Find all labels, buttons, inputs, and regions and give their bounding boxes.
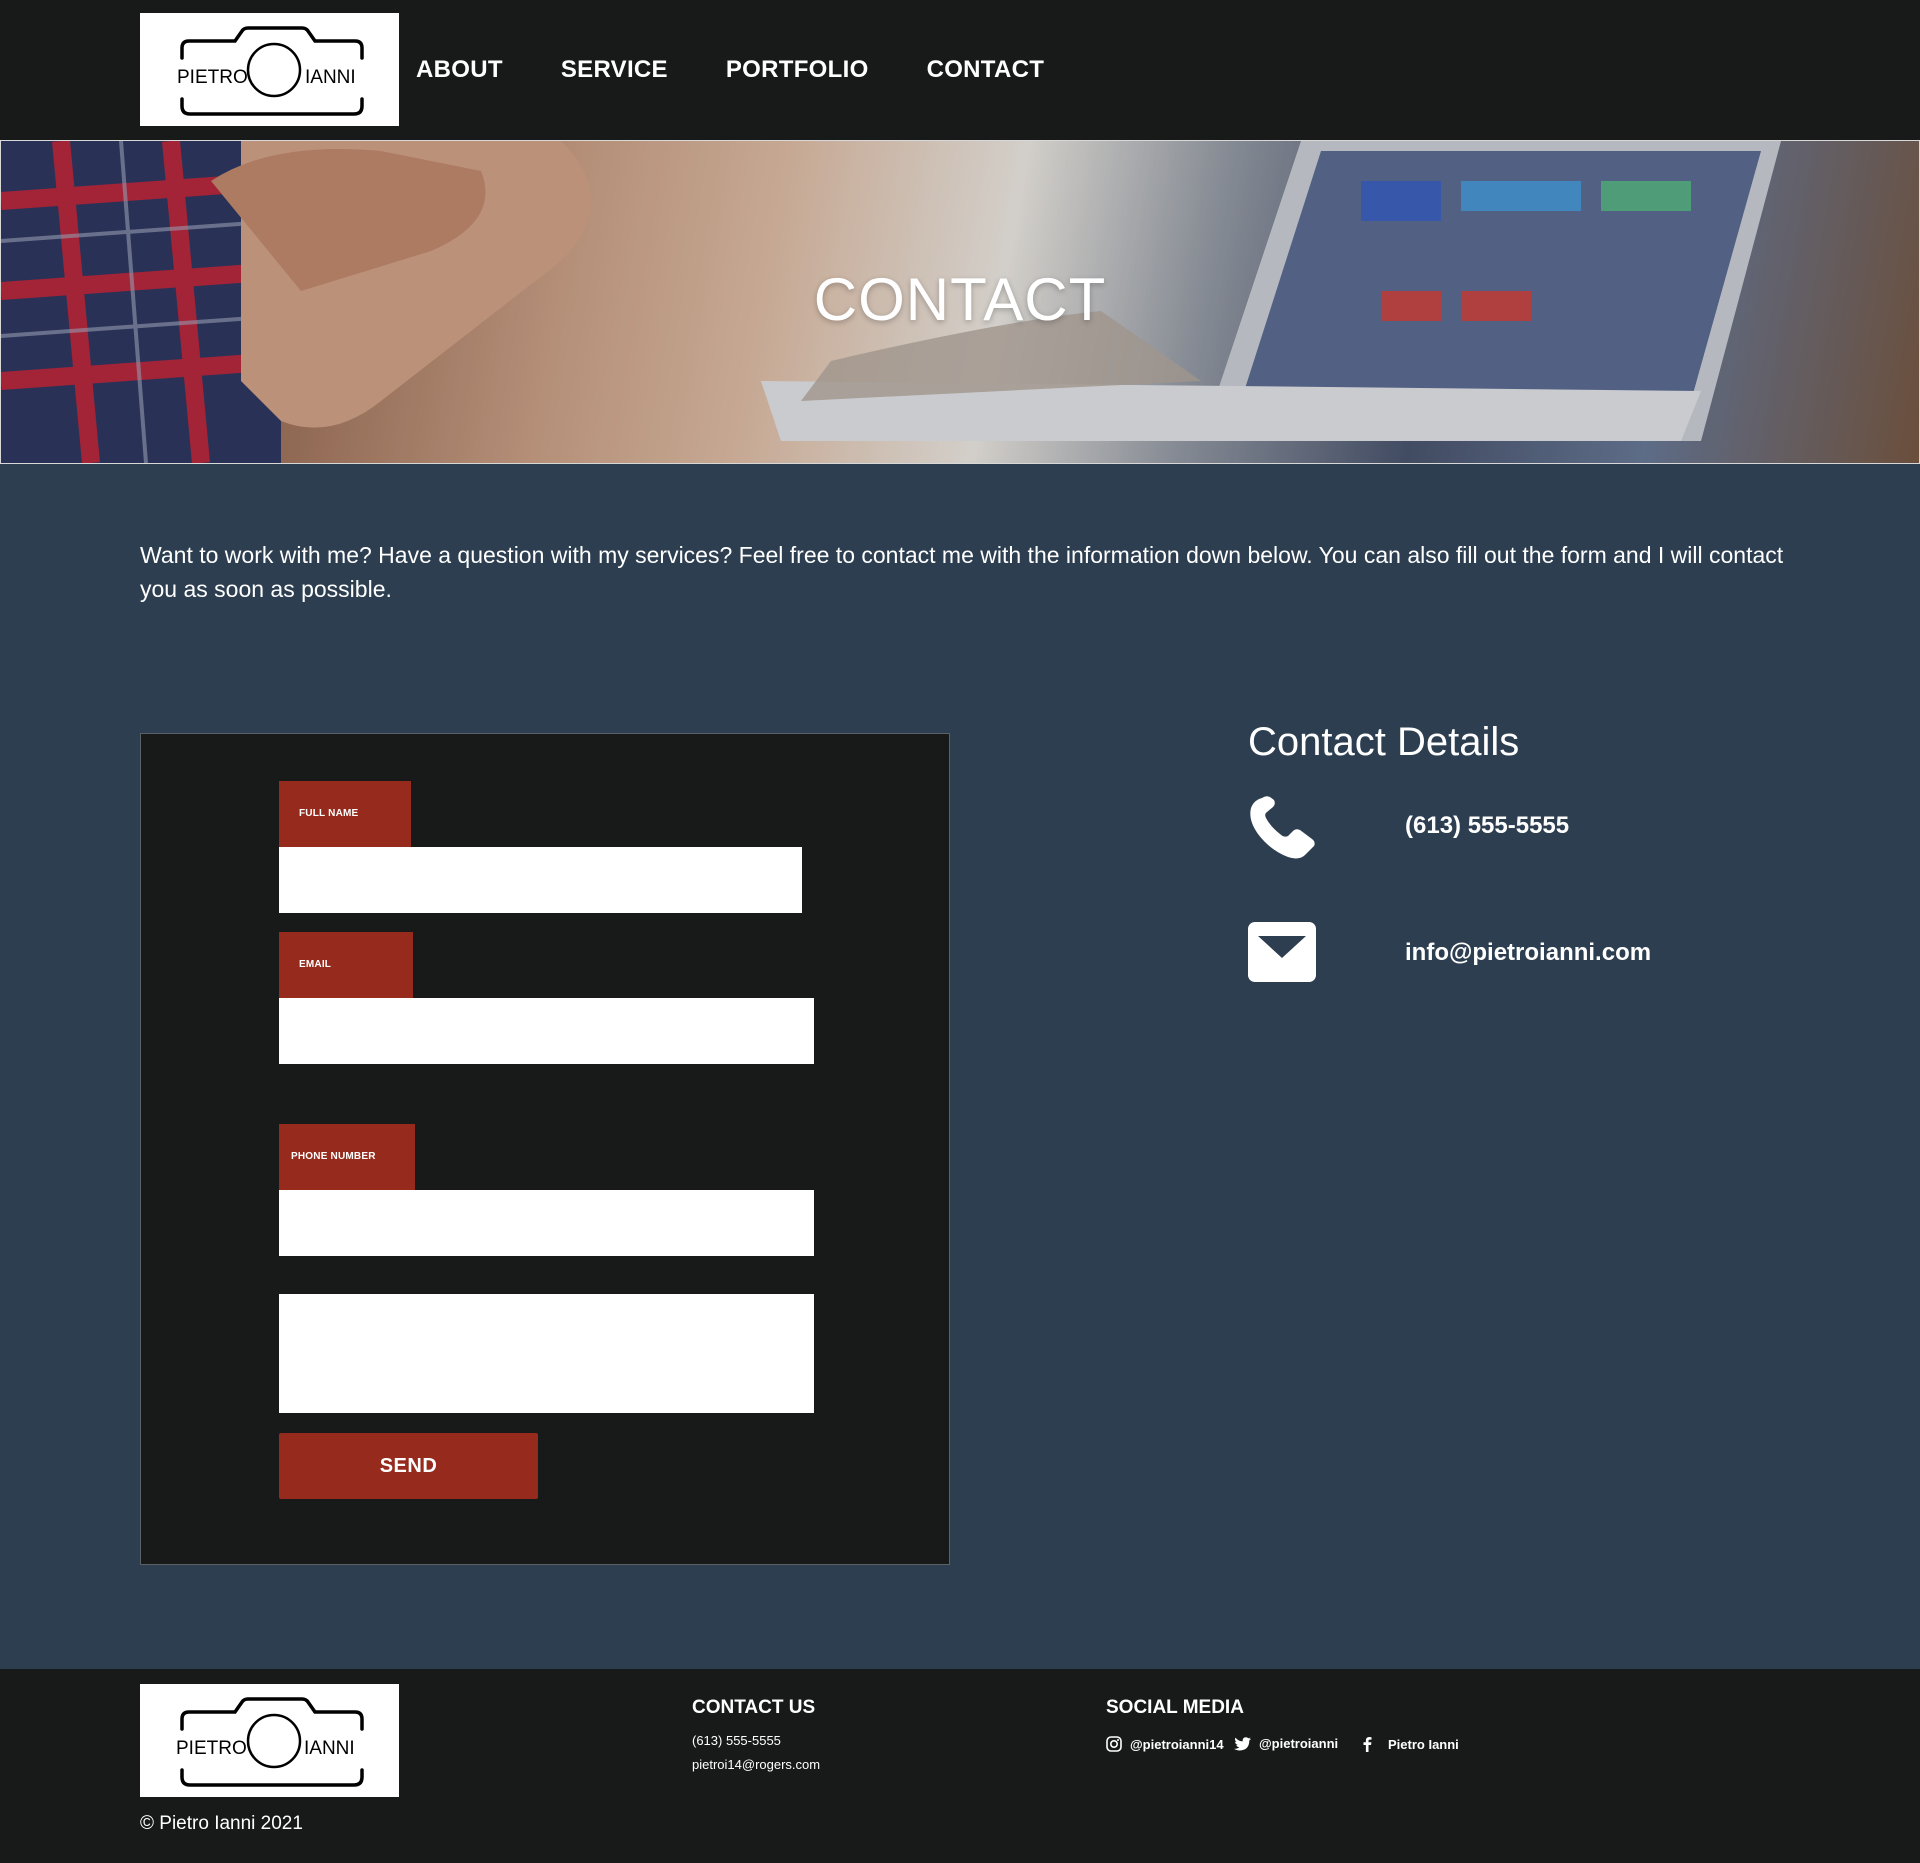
intro-text: Want to work with me? Have a question wi… xyxy=(140,542,1784,602)
phone-number-text[interactable]: (613) 555-5555 xyxy=(1405,812,1569,840)
site-footer: PIETRO IANNI © Pietro Ianni 2021 CONTACT… xyxy=(0,1669,1920,1863)
contact-details-title: Contact Details xyxy=(1248,720,1520,764)
mail-icon xyxy=(1248,922,1316,987)
footer-email[interactable]: pietroi14@rogers.com xyxy=(692,1757,820,1772)
hero-banner: CONTACT xyxy=(0,140,1920,464)
footer-phone[interactable]: (613) 555-5555 xyxy=(692,1733,781,1748)
contact-form: FULL NAME EMAIL PHONE NUMBER SEND xyxy=(140,733,950,1565)
logo-left-text: PIETRO xyxy=(177,67,248,88)
full-name-label: FULL NAME xyxy=(279,781,411,847)
nav-contact[interactable]: CONTACT xyxy=(927,54,1045,86)
instagram-handle: @pietroianni14 xyxy=(1130,1736,1224,1752)
message-textarea[interactable] xyxy=(279,1294,814,1413)
footer-logo-right-text: IANNI xyxy=(304,1738,355,1759)
email-text[interactable]: info@pietroianni.com xyxy=(1405,939,1651,967)
social-media-heading: SOCIAL MEDIA xyxy=(1106,1697,1244,1718)
full-name-input[interactable] xyxy=(279,847,802,913)
footer-camera-logo[interactable]: PIETRO IANNI xyxy=(140,1684,399,1797)
phone-number-input[interactable] xyxy=(279,1190,814,1256)
contact-us-heading: CONTACT US xyxy=(692,1697,816,1718)
nav-portfolio[interactable]: PORTFOLIO xyxy=(726,54,869,86)
phone-icon xyxy=(1248,796,1316,865)
logo-right-text: IANNI xyxy=(305,67,356,88)
email-input[interactable] xyxy=(279,998,814,1064)
instagram-link[interactable]: @pietroianni14 xyxy=(1106,1736,1224,1752)
facebook-name: Pietro Ianni xyxy=(1388,1736,1459,1752)
twitter-link[interactable]: @pietroianni xyxy=(1234,1736,1338,1751)
instagram-icon xyxy=(1106,1736,1122,1752)
phone-number-label: PHONE NUMBER xyxy=(279,1124,415,1190)
copyright-text: © Pietro Ianni 2021 xyxy=(140,1813,303,1834)
facebook-link[interactable]: Pietro Ianni xyxy=(1360,1736,1459,1752)
main-nav: ABOUT SERVICE PORTFOLIO CONTACT xyxy=(416,54,1102,86)
email-label: EMAIL xyxy=(279,932,413,998)
camera-logo[interactable]: PIETRO IANNI xyxy=(140,13,399,126)
nav-about[interactable]: ABOUT xyxy=(416,54,503,86)
nav-service[interactable]: SERVICE xyxy=(561,54,668,86)
facebook-icon xyxy=(1363,1737,1372,1752)
footer-logo-left-text: PIETRO xyxy=(176,1738,247,1759)
hero-title: CONTACT xyxy=(813,266,1107,333)
twitter-icon xyxy=(1234,1736,1251,1750)
twitter-handle: @pietroianni xyxy=(1259,1736,1339,1751)
site-header: PIETRO IANNI ABOUT SERVICE PORTFOLIO CON… xyxy=(0,0,1920,140)
send-button[interactable]: SEND xyxy=(279,1433,538,1499)
